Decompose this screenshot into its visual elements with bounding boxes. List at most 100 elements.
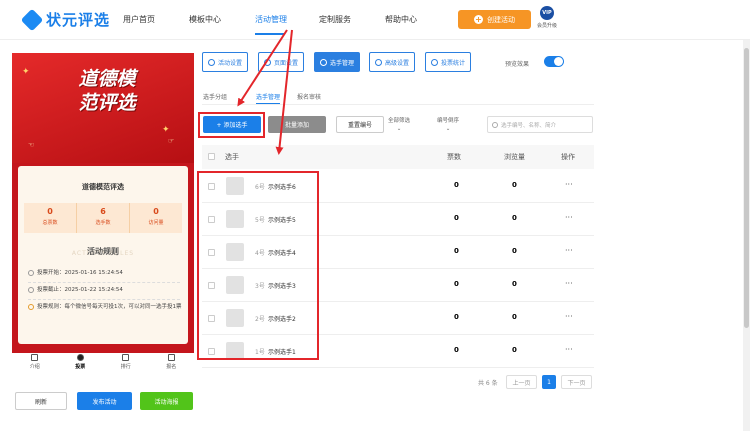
player-views: 0 <box>512 214 517 222</box>
rule-text: 投票开始：2025-01-16 15:24:54 <box>37 270 123 276</box>
card-title: 道德模范评选 <box>82 183 124 191</box>
subtab-active-indicator <box>256 103 280 104</box>
preview-banner: 道德模 范评选 ✦ ✦ ☜ ☞ <box>12 53 194 163</box>
select-all-checkbox[interactable] <box>208 153 215 160</box>
pagination-total: 共 6 条 <box>478 380 498 387</box>
arrow-to-player-list <box>275 29 293 155</box>
tabbar-vote[interactable]: 投票 <box>58 353 104 375</box>
hand-icon: ☜ <box>28 141 35 149</box>
rules-title: 活动规则 <box>87 247 119 256</box>
search-placeholder: 选手编号、名称、简介 <box>501 122 557 129</box>
prev-page-button[interactable]: 上一页 <box>506 375 537 389</box>
rule-start: 投票开始：2025-01-16 15:24:54 <box>28 269 182 278</box>
poster-button[interactable]: 活动海报 <box>140 392 193 410</box>
toolbar-label: 选手管理 <box>330 59 355 67</box>
player-views: 0 <box>512 247 517 255</box>
preview-toggle[interactable] <box>544 56 564 67</box>
preview-stats: 0 总票数 6 选手数 0 访问量 <box>24 203 182 233</box>
chart-icon <box>431 58 438 66</box>
more-icon[interactable]: ··· <box>565 213 573 222</box>
tabbar-label: 投票 <box>75 364 86 370</box>
tabbar-signup[interactable]: 报名 <box>149 353 195 375</box>
toolbar-label: 投票统计 <box>441 59 466 67</box>
renumber-button[interactable]: 重置编号 <box>336 116 384 133</box>
chevron-down-icon: ⌄ <box>396 126 402 132</box>
player-views: 0 <box>512 346 517 354</box>
player-votes: 0 <box>454 181 459 189</box>
nav-active-indicator <box>255 33 285 35</box>
create-activity-label: 创建活动 <box>487 15 515 24</box>
tab-page-settings[interactable]: 页面设置 <box>258 52 305 72</box>
stat-label: 总票数 <box>42 220 58 226</box>
signup-icon <box>167 354 175 361</box>
tab-vote-stats[interactable]: 投票统计 <box>425 52 472 72</box>
star-icon: ✦ <box>162 125 170 135</box>
nav-item-templates[interactable]: 模板中心 <box>189 14 221 25</box>
rule-text: 投票截止：2025-01-22 15:24:54 <box>37 287 123 293</box>
toolbar-label: 活动设置 <box>218 59 243 67</box>
create-activity-button[interactable]: + 创建活动 <box>458 10 531 29</box>
preview-tabbar: 介绍 投票 排行 报名 <box>12 353 194 375</box>
banner-title-line1: 道德模 <box>78 68 136 90</box>
publish-button[interactable]: 发布活动 <box>77 392 132 410</box>
vip-upgrade[interactable]: VIP 会员升级 <box>534 6 560 29</box>
stat-value: 0 <box>153 207 159 216</box>
more-icon[interactable]: ··· <box>565 312 573 321</box>
mobile-preview: 道德模 范评选 ✦ ✦ ☜ ☞ 道德模范评选 0 总票数 6 选手数 0 访问量… <box>12 53 194 353</box>
scrollbar-thumb[interactable] <box>744 48 749 328</box>
more-icon[interactable]: ··· <box>565 180 573 189</box>
more-icon[interactable]: ··· <box>565 246 573 255</box>
nav-item-home[interactable]: 用户首页 <box>123 14 155 25</box>
top-nav: 状元评选 用户首页 模板中心 活动管理 定制服务 帮助中心 + 创建活动 VIP… <box>0 0 750 40</box>
info-icon <box>28 304 34 310</box>
rule-policy: 投票规则：每个微信号每天可投1次，可以对同一选手投1票 <box>28 303 182 312</box>
clock-icon <box>28 270 34 276</box>
tab-advanced-settings[interactable]: 高级设置 <box>369 52 416 72</box>
player-votes: 0 <box>454 247 459 255</box>
stat-label: 选手数 <box>95 220 111 226</box>
more-icon[interactable]: ··· <box>565 345 573 354</box>
chevron-down-icon: ⌄ <box>445 126 451 132</box>
tab-player-management[interactable]: 选手管理 <box>314 52 361 72</box>
tabbar-rank[interactable]: 排行 <box>103 353 149 375</box>
player-votes: 0 <box>454 214 459 222</box>
nav-item-help[interactable]: 帮助中心 <box>385 14 417 25</box>
batch-add-button[interactable]: 批量添加 <box>268 116 326 133</box>
more-icon[interactable]: ··· <box>565 279 573 288</box>
tabbar-label: 介绍 <box>29 364 40 370</box>
nav-item-activity[interactable]: 活动管理 <box>255 14 287 25</box>
clock-icon <box>28 287 34 293</box>
tabbar-label: 报名 <box>166 364 177 370</box>
subtab-groups[interactable]: 选手分组 <box>203 92 227 101</box>
search-input[interactable]: 选手编号、名称、简介 <box>487 116 593 133</box>
tab-activity-settings[interactable]: 活动设置 <box>202 52 249 72</box>
stat-label: 访问量 <box>148 220 164 226</box>
calendar-icon <box>31 354 39 361</box>
banner-title-line2: 范评选 <box>78 92 136 114</box>
refresh-button[interactable]: 刷新 <box>15 392 67 410</box>
page-number-current[interactable]: 1 <box>542 375 556 389</box>
stat-players: 6 选手数 <box>77 203 130 233</box>
page-icon <box>264 58 271 66</box>
vip-icon: VIP <box>540 6 554 20</box>
subtab-players[interactable]: 选手管理 <box>256 92 280 101</box>
tabbar-intro[interactable]: 介绍 <box>12 353 58 375</box>
column-votes: 票数 <box>447 153 461 161</box>
logo[interactable]: 状元评选 <box>20 8 110 31</box>
divider <box>28 282 180 283</box>
next-page-button[interactable]: 下一页 <box>561 375 592 389</box>
toolbar-label: 高级设置 <box>385 59 410 67</box>
table-header: 选手 票数 浏览量 操作 <box>202 145 594 169</box>
stat-total-votes: 0 总票数 <box>24 203 77 233</box>
plus-icon: + <box>474 15 483 24</box>
sort-select[interactable]: 编号倒序 ⌄ <box>437 117 459 133</box>
tabbar-label: 排行 <box>120 364 131 370</box>
rule-text: 投票规则：每个微信号每天可投1次，可以对同一选手投1票 <box>37 304 182 310</box>
annotation-box-add <box>198 112 265 138</box>
rule-end: 投票截止：2025-01-22 15:24:54 <box>28 286 182 295</box>
player-views: 0 <box>512 181 517 189</box>
subtab-review[interactable]: 报名审核 <box>297 92 321 101</box>
filter-all-select[interactable]: 全部筛选 ⌄ <box>388 117 410 133</box>
sort-label: 编号倒序 <box>437 118 460 124</box>
nav-item-custom[interactable]: 定制服务 <box>319 14 351 25</box>
